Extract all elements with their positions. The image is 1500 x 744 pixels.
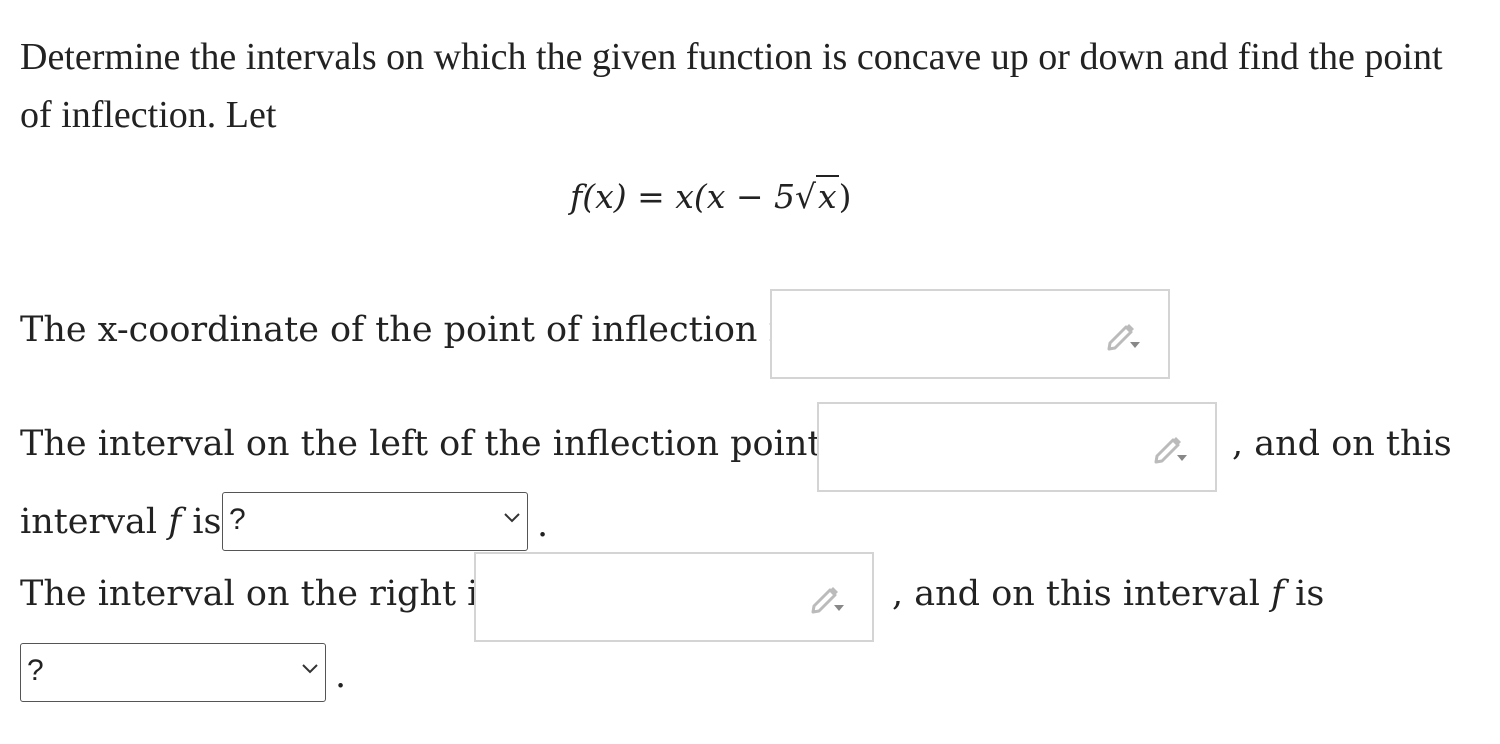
chevron-down-icon — [302, 664, 318, 674]
pencil-dropdown-icon[interactable] — [1151, 430, 1187, 466]
left-interval-period: . — [537, 505, 549, 545]
left-concavity-selected: ? — [229, 503, 246, 536]
left-interval-is: is — [192, 502, 222, 542]
inflection-x-input[interactable] — [770, 289, 1170, 379]
inflection-label: The x-coordinate of the point of inflect… — [20, 310, 798, 350]
formula-rhs-start: x(x − 5 — [675, 177, 795, 216]
right-interval-period: . — [335, 656, 347, 696]
right-concavity-select[interactable]: ? — [20, 643, 326, 702]
question-intro: Determine the intervals on which the giv… — [20, 36, 1443, 136]
right-interval-func: f — [1271, 574, 1285, 614]
sqrt-symbol: √ — [794, 177, 816, 216]
left-interval-prefix: interval — [20, 502, 158, 542]
left-interval-after: , and on this — [1232, 424, 1452, 464]
formula-lhs: f(x) — [570, 177, 627, 216]
left-interval-input[interactable] — [817, 402, 1217, 492]
right-interval-after: , and on this interval — [892, 574, 1260, 614]
right-interval-after-line: , and on this interval f is — [892, 577, 1324, 612]
pencil-dropdown-icon[interactable] — [1104, 317, 1140, 353]
left-interval-label: The interval on the left of the inflecti… — [20, 424, 862, 464]
right-concavity-selected: ? — [27, 654, 44, 687]
left-concavity-select[interactable]: ? — [222, 492, 528, 551]
formula-sqrt-arg: x — [816, 175, 839, 216]
formula-equals: = — [637, 177, 665, 216]
pencil-dropdown-icon[interactable] — [808, 580, 844, 616]
chevron-down-icon — [504, 513, 520, 523]
right-interval-input[interactable] — [474, 552, 874, 642]
left-interval-line2: interval f is — [20, 505, 221, 540]
right-interval-is: is — [1295, 574, 1325, 614]
right-interval-label: The interval on the right is — [20, 574, 497, 614]
left-interval-func: f — [168, 502, 182, 542]
function-formula: f(x) = x(x − 5√x) — [570, 175, 852, 216]
formula-rhs-end: ) — [838, 177, 852, 216]
